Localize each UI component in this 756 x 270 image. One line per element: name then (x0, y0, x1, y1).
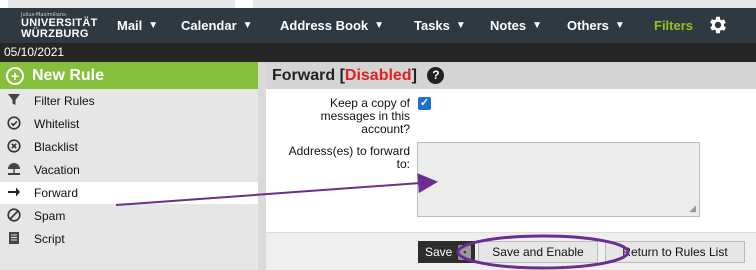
menu-mail[interactable]: Mail ▼ (117, 8, 158, 43)
sidebar-item-label: Script (34, 232, 65, 246)
forward-address-line-1: Address(es) to forward (288, 144, 410, 158)
gear-icon[interactable] (707, 14, 729, 36)
menu-filters[interactable]: Filters (654, 8, 693, 43)
x-circle-icon (6, 138, 22, 156)
menu-address-book-label: Address Book (280, 18, 369, 33)
forward-panel: Forward [Disabled] ? Keep a copy of mess… (266, 62, 756, 270)
sidebar-item-whitelist[interactable]: Whitelist (0, 113, 258, 135)
script-icon (6, 231, 22, 248)
menu-notes[interactable]: Notes ▼ (490, 8, 542, 43)
sidebar: + New Rule Filter Rules Whitelist Blackl… (0, 62, 258, 270)
menu-mail-label: Mail (117, 18, 143, 33)
keep-copy-line-3: account? (361, 122, 410, 136)
lock-icon: ▪ (458, 244, 472, 260)
forward-address-line-2: to: (396, 157, 410, 171)
menu-tasks[interactable]: Tasks ▼ (414, 8, 466, 43)
arrow-right-icon (6, 185, 22, 202)
sidebar-item-spam[interactable]: Spam (0, 205, 258, 227)
sidebar-divider (258, 62, 266, 270)
status-disabled-label: Disabled (344, 67, 412, 84)
menu-tasks-label: Tasks (414, 18, 450, 33)
sidebar-item-label: Whitelist (34, 117, 80, 131)
resize-handle-icon[interactable]: ◢ (689, 203, 696, 214)
save-and-enable-button[interactable]: Save and Enable (478, 241, 598, 263)
sidebar-item-blacklist[interactable]: Blacklist (0, 136, 258, 158)
chevron-down-icon: ▼ (455, 20, 466, 31)
chevron-down-icon: ▼ (374, 20, 385, 31)
sidebar-item-label: Filter Rules (34, 94, 95, 108)
menu-others[interactable]: Others ▼ (567, 8, 625, 43)
panel-title-suffix: ] (411, 67, 417, 84)
menu-address-book[interactable]: Address Book ▼ (280, 8, 384, 43)
sidebar-item-label: Blacklist (34, 140, 79, 154)
sidebar-item-vacation[interactable]: Vacation (0, 159, 258, 181)
save-button-label: Save (425, 245, 453, 259)
menu-filters-label: Filters (654, 18, 694, 33)
new-rule-label: New Rule (32, 66, 105, 84)
menu-calendar[interactable]: Calendar ▼ (181, 8, 253, 43)
sidebar-item-script[interactable]: Script (0, 228, 258, 250)
ban-icon (6, 207, 22, 225)
menu-others-label: Others (567, 18, 609, 33)
umbrella-icon (6, 162, 22, 179)
chevron-down-icon: ▼ (242, 20, 253, 31)
check-circle-icon (6, 115, 22, 133)
menu-notes-label: Notes (490, 18, 527, 33)
chevron-down-icon: ▼ (614, 20, 625, 31)
plus-icon: + (6, 66, 24, 85)
sidebar-item-filter-rules[interactable]: Filter Rules (0, 90, 258, 112)
window-top-strip (0, 0, 756, 8)
return-to-rules-button[interactable]: Return to Rules List (605, 241, 745, 263)
funnel-icon (6, 93, 22, 110)
sidebar-item-forward[interactable]: Forward (0, 182, 258, 204)
top-left-corner (0, 0, 8, 8)
date-bar: 05/10/2021 (0, 43, 756, 62)
logo-line-2: WÜRZBURG (21, 27, 89, 40)
chevron-down-icon: ▼ (532, 20, 543, 31)
save-button[interactable]: Save ▪ (418, 241, 476, 263)
forward-address-textarea[interactable]: ◢ (417, 142, 700, 217)
current-date: 05/10/2021 (4, 45, 65, 59)
panel-title: Forward [Disabled] ? (266, 62, 756, 89)
new-rule-button[interactable]: + New Rule (0, 62, 258, 89)
sidebar-item-label: Vacation (34, 163, 80, 177)
return-to-rules-label: Return to Rules List (622, 245, 728, 259)
sidebar-item-label: Spam (34, 209, 66, 223)
keep-copy-checkbox[interactable]: ✓ (418, 97, 431, 110)
help-icon[interactable]: ? (427, 67, 445, 84)
panel-title-prefix: Forward [ (272, 67, 345, 84)
sidebar-item-label: Forward (34, 186, 79, 200)
forward-address-label: Address(es) to forward to: (289, 145, 410, 171)
chevron-down-icon: ▼ (148, 20, 159, 31)
keep-copy-label: Keep a copy of messages in this account? (321, 97, 410, 136)
top-strip-gap (235, 0, 253, 8)
menu-calendar-label: Calendar (181, 18, 237, 33)
save-and-enable-label: Save and Enable (492, 245, 584, 259)
university-logo[interactable]: Julius-Maximilians- UNIVERSITÄT WÜRZBURG (8, 8, 110, 43)
logo-line-1: UNIVERSITÄT (21, 16, 98, 29)
